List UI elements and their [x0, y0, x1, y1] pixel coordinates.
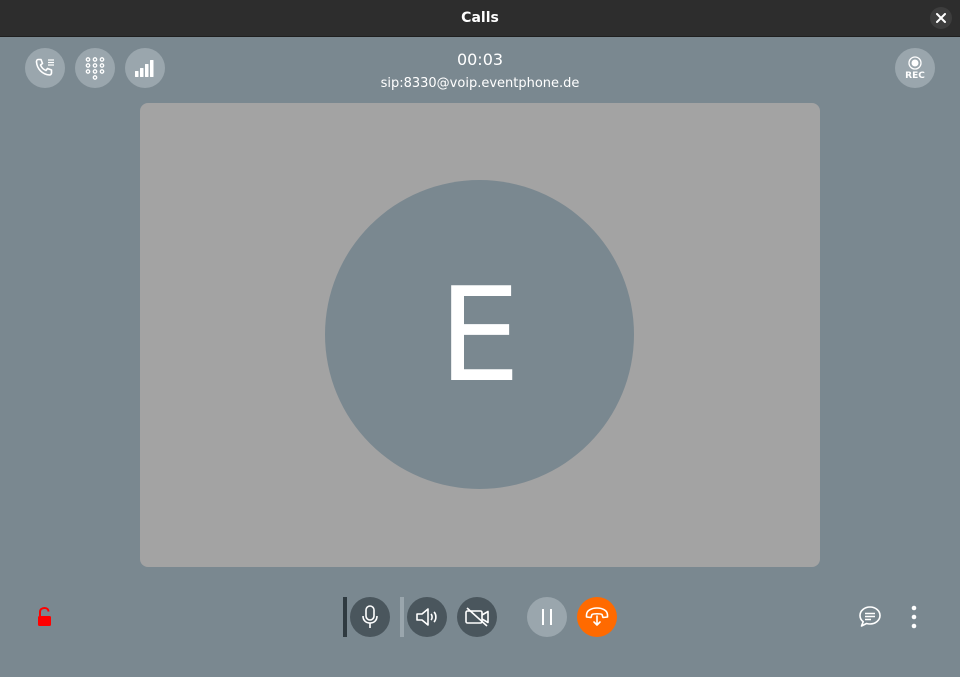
calls-window: Calls 00:03 sip:8330@voip.eventphone.de …: [0, 0, 960, 677]
title-bar: Calls: [0, 0, 960, 37]
hangup-icon: [585, 607, 609, 626]
call-address: sip:8330@voip.eventphone.de: [380, 76, 580, 91]
pause-icon: [542, 609, 552, 625]
more-options-button[interactable]: [904, 604, 924, 630]
speaker-button[interactable]: [407, 597, 447, 637]
record-icon: [908, 55, 922, 70]
window-title: Calls: [461, 10, 499, 26]
mic-level-meter: [343, 597, 347, 637]
camera-button[interactable]: [457, 597, 497, 637]
video-area: E: [140, 103, 820, 567]
security-status[interactable]: [36, 606, 54, 628]
camera-off-icon: [465, 607, 489, 627]
speaker-icon: [416, 608, 437, 626]
microphone-button[interactable]: [350, 597, 390, 637]
record-label: REC: [905, 70, 925, 81]
speaker-level-meter: [400, 597, 404, 637]
hold-button[interactable]: [527, 597, 567, 637]
chat-icon: [859, 606, 881, 627]
avatar-initial: E: [438, 258, 521, 411]
avatar: E: [325, 180, 634, 489]
call-duration: 00:03: [456, 50, 504, 69]
microphone-icon: [362, 605, 378, 628]
record-button[interactable]: REC: [895, 48, 935, 88]
unlocked-icon: [38, 606, 51, 626]
hangup-button[interactable]: [577, 597, 617, 637]
close-icon: [936, 13, 946, 23]
chat-button[interactable]: [856, 603, 884, 631]
more-vertical-icon: [911, 605, 917, 629]
close-button[interactable]: [930, 7, 952, 29]
